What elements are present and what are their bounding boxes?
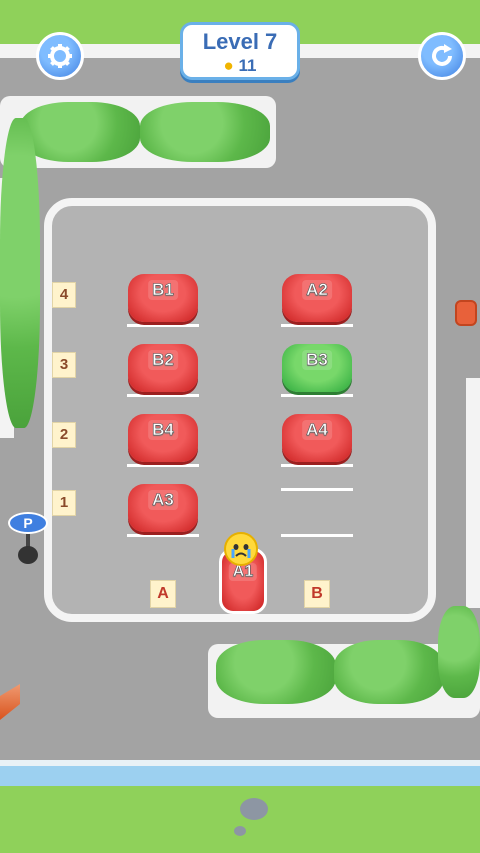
- level-title: Level 7: [202, 29, 278, 54]
- row-tag: 4: [52, 282, 76, 308]
- car-b1[interactable]: B1: [128, 274, 198, 322]
- water-strip: [0, 760, 480, 788]
- traffic-cone-icon: [455, 300, 477, 326]
- crying-face-icon: [224, 532, 258, 566]
- spot-line: [127, 464, 199, 467]
- row-tag: 1: [52, 490, 76, 516]
- curb: [466, 378, 480, 608]
- coin-icon: ●: [223, 56, 234, 75]
- coin-count: 11: [238, 56, 257, 75]
- spot-line: [127, 324, 199, 327]
- column-tag-a: A: [150, 580, 176, 608]
- car-b2[interactable]: B2: [128, 344, 198, 392]
- car-a3[interactable]: A3: [128, 484, 198, 532]
- car-b4[interactable]: B4: [128, 414, 198, 462]
- bottom-grass: [0, 786, 480, 853]
- restart-icon: [432, 44, 452, 66]
- spot-line: [281, 394, 353, 397]
- spot-line: [127, 534, 199, 537]
- spot-line: [281, 534, 353, 537]
- car-b3[interactable]: B3: [282, 344, 352, 392]
- car-label: B2: [148, 350, 178, 370]
- row-tag: 3: [52, 352, 76, 378]
- level-panel: Level 7 ● 11: [180, 22, 300, 80]
- spot-line: [281, 324, 353, 327]
- car-label: A2: [302, 280, 332, 300]
- settings-button[interactable]: [36, 32, 84, 80]
- hedge: [0, 118, 40, 428]
- hedge: [438, 606, 480, 698]
- car-label: A4: [302, 420, 332, 440]
- car-a2[interactable]: A2: [282, 274, 352, 322]
- restart-button[interactable]: [418, 32, 466, 80]
- spot-line: [281, 464, 353, 467]
- parking-sign: P: [8, 512, 48, 534]
- car-label: B4: [148, 420, 178, 440]
- hedge: [140, 102, 270, 162]
- sign-base: [18, 546, 38, 564]
- spot-line: [127, 394, 199, 397]
- hedge: [20, 102, 140, 162]
- rock: [234, 826, 246, 836]
- rock: [240, 798, 268, 820]
- hedge: [216, 640, 336, 704]
- car-a4[interactable]: A4: [282, 414, 352, 462]
- gear-icon: [48, 44, 72, 68]
- car-label: A3: [148, 490, 178, 510]
- empty-spot-line: [281, 488, 353, 491]
- column-tag-b: B: [304, 580, 330, 608]
- car-label: B1: [148, 280, 178, 300]
- row-tag: 2: [52, 422, 76, 448]
- coin-counter: ● 11: [183, 56, 297, 76]
- car-label: B3: [302, 350, 332, 370]
- hedge: [334, 640, 444, 704]
